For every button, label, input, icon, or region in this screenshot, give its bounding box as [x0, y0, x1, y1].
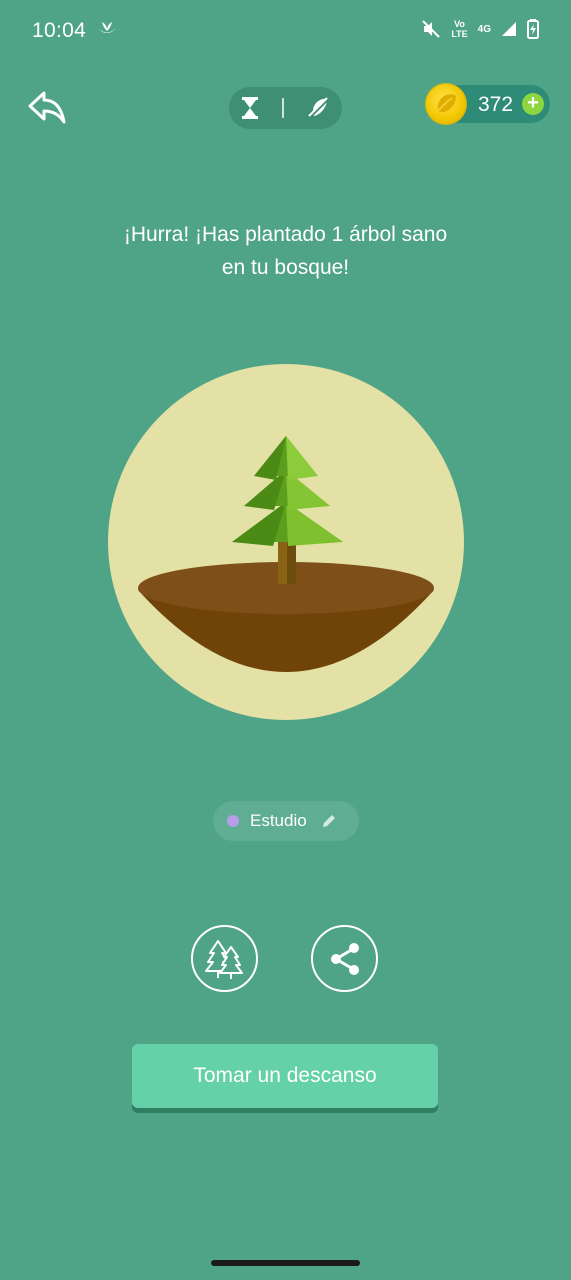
add-coins-button[interactable]: + [522, 93, 544, 115]
share-button[interactable] [311, 925, 378, 992]
coin-icon [426, 84, 466, 124]
success-message-line2: en tu bosque! [221, 256, 350, 279]
status-time: 10:04 [32, 19, 87, 42]
tag-color-dot [227, 815, 239, 827]
mute-icon [422, 20, 441, 38]
signal-icon [502, 22, 516, 36]
plant-notification-icon [96, 21, 118, 44]
status-icons: Vo LTE 4G [421, 19, 539, 39]
tag-label: Estudio [250, 811, 307, 830]
share-icon [330, 942, 359, 975]
forest-trees-icon [204, 939, 243, 979]
coin-count: 372 [478, 93, 514, 116]
hourglass-icon[interactable] [241, 97, 259, 119]
take-break-button[interactable]: Tomar un descanso [132, 1044, 438, 1108]
mode-toggle[interactable] [229, 87, 342, 129]
volte-indicator: Vo LTE [451, 19, 468, 39]
no-timer-icon[interactable] [307, 96, 331, 120]
success-message: ¡Hurra! ¡Has plantado 1 árbol sano en tu… [60, 218, 511, 284]
pencil-icon[interactable] [321, 813, 337, 829]
success-message-line1: ¡Hurra! ¡Has plantado 1 árbol sano [123, 223, 448, 246]
forest-button[interactable] [191, 925, 258, 992]
tree-illustration [108, 364, 464, 720]
back-button[interactable] [26, 88, 70, 128]
coin-balance[interactable]: 372 + [426, 84, 550, 124]
network-type: 4G [477, 23, 491, 35]
reply-arrow-icon [28, 91, 66, 124]
battery-charging-icon [527, 19, 539, 39]
home-indicator[interactable] [211, 1260, 360, 1266]
mode-separator [281, 98, 284, 118]
tag-selector[interactable]: Estudio [213, 801, 359, 841]
